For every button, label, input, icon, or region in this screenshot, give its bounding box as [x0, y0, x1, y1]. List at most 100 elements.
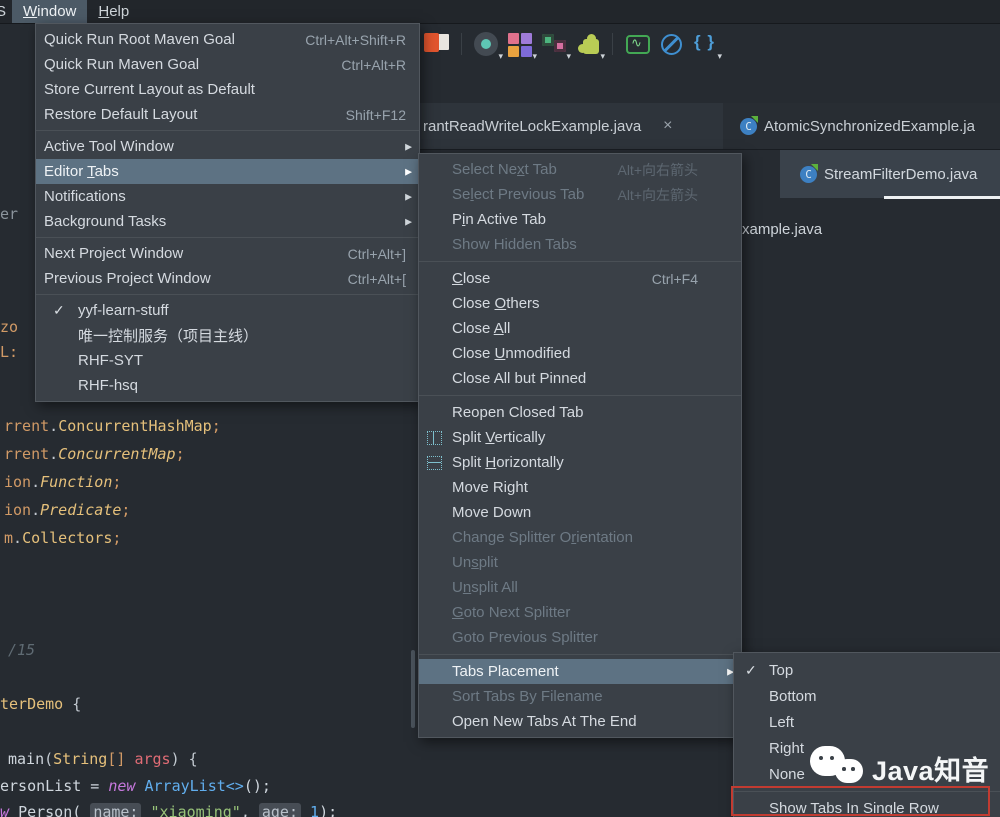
- tab-streamfilterdemo[interactable]: StreamFilterDemo.java: [780, 150, 1000, 198]
- menu-item-label: Editor Tabs: [44, 163, 119, 180]
- menu-item-label: Close: [452, 270, 490, 287]
- menu-item-label: Left: [769, 714, 794, 731]
- code-braces-icon[interactable]: ▾: [692, 31, 718, 57]
- submenu-item-open-new-tabs-at-the-end[interactable]: Open New Tabs At The End: [419, 709, 741, 734]
- submenu-item-tabs-placement[interactable]: Tabs Placement▶: [419, 659, 741, 684]
- code-line: er: [0, 205, 18, 223]
- menu-item-label: Select Next Tab: [452, 161, 557, 178]
- menu-item-label: Bottom: [769, 688, 817, 705]
- menubar-item-window[interactable]: Window: [12, 0, 87, 23]
- menu-item-label: Move Down: [452, 504, 531, 521]
- submenu-item-close[interactable]: Close Ctrl+F4: [419, 266, 741, 291]
- menu-item-quick-run-root-maven-goal[interactable]: Quick Run Root Maven GoalCtrl+Alt+Shift+…: [36, 27, 419, 52]
- menu-item-label: Background Tasks: [44, 213, 166, 230]
- monitor-icon[interactable]: [624, 31, 650, 57]
- submenu-item-pin-active-tab[interactable]: Pin Active Tab: [419, 207, 741, 232]
- editor-tabs-submenu-popup: Select Next TabAlt+向右箭头Select Previous T…: [418, 153, 742, 738]
- submenu-item-close-unmodified[interactable]: Close Unmodified: [419, 341, 741, 366]
- menu-item-label: Close Unmodified: [452, 345, 570, 362]
- tab-reentrantreadwritelockexample[interactable]: rantReadWriteLockExample.java ×: [418, 103, 723, 149]
- color-blocks-icon[interactable]: ▾: [507, 31, 533, 57]
- menu-separator: [419, 391, 741, 400]
- code-line: ersonList = new ArrayList<>();: [0, 777, 271, 795]
- menu-item-editor-tabs[interactable]: Editor Tabs▶: [36, 159, 419, 184]
- submenu-item-split-horizontally[interactable]: Split Horizontally: [419, 450, 741, 475]
- database-blocks-icon[interactable]: ▾: [541, 31, 567, 57]
- placement-item-top[interactable]: ✓Top: [734, 657, 1000, 683]
- submenu-item-goto-previous-splitter: Goto Previous Splitter: [419, 625, 741, 650]
- submenu-item-reopen-closed-tab[interactable]: Reopen Closed Tab: [419, 400, 741, 425]
- menu-item-label: Move Right: [452, 479, 528, 496]
- menu-item-label: Restore Default Layout: [44, 106, 197, 123]
- menu-item-notifications[interactable]: Notifications▶: [36, 184, 419, 209]
- menu-item-label: Unsplit: [452, 554, 498, 571]
- submenu-item-change-splitter-orientation: Change Splitter Orientation: [419, 525, 741, 550]
- menu-item-restore-default-layout[interactable]: Restore Default Layout Shift+F12: [36, 102, 419, 127]
- tab-atomicsynchronizedexample[interactable]: AtomicSynchronizedExample.ja: [740, 103, 1000, 149]
- menu-item-shortcut: Shift+F12: [346, 107, 419, 123]
- maven-doc-icon[interactable]: [424, 31, 450, 57]
- menu-item-shortcut: Ctrl+Alt+R: [341, 57, 419, 73]
- menu-item-label: Top: [769, 662, 793, 679]
- dropdown-arrow-icon: ▾: [566, 51, 571, 62]
- submenu-item-close-all-but-pinned[interactable]: Close All but Pinned: [419, 366, 741, 391]
- code-line: ion.Predicate;: [4, 501, 130, 519]
- submenu-item-move-right[interactable]: Move Right: [419, 475, 741, 500]
- menu-item-label: Close All but Pinned: [452, 370, 586, 387]
- record-run-icon[interactable]: ▾: [473, 31, 499, 57]
- menu-item-label: 唯一控制服务（项目主线）: [78, 325, 258, 346]
- watermark-text: Java知音: [872, 749, 989, 788]
- menu-item-label: Open New Tabs At The End: [452, 713, 637, 730]
- menu-item-label: Quick Run Root Maven Goal: [44, 31, 235, 48]
- menu-item-next-project-window[interactable]: Next Project WindowCtrl+Alt+]: [36, 241, 419, 266]
- menu-item-rhf-hsq[interactable]: RHF-hsq: [36, 373, 419, 398]
- menu-item-label: Goto Previous Splitter: [452, 629, 598, 646]
- prohibit-icon[interactable]: [658, 31, 684, 57]
- wechat-logo-icon: [810, 744, 864, 792]
- code-line: L:: [0, 343, 18, 361]
- editor-scrollbar[interactable]: [411, 650, 415, 728]
- menu-item-label: Right: [769, 740, 804, 757]
- code-line: m.Collectors;: [4, 529, 121, 547]
- menu-item-label: None: [769, 766, 805, 783]
- menu-separator: [419, 650, 741, 659]
- menu-item-store-current-layout-as-default[interactable]: Store Current Layout as Default: [36, 77, 419, 102]
- puzzle-plugin-icon[interactable]: ▾: [575, 31, 601, 57]
- placement-item-left[interactable]: Left: [734, 709, 1000, 735]
- code-line: ion.Function;: [4, 473, 121, 491]
- toolbar-separator: [461, 33, 462, 55]
- code-line: rrent.ConcurrentHashMap;: [4, 417, 221, 435]
- menu-item-background-tasks[interactable]: Background Tasks▶: [36, 209, 419, 234]
- submenu-item-move-down[interactable]: Move Down: [419, 500, 741, 525]
- menu-item-shortcut: Alt+向左箭头: [617, 185, 741, 205]
- menubar-edge-fragment: S: [0, 3, 12, 20]
- menu-item-quick-run-maven-goal[interactable]: Quick Run Maven GoalCtrl+Alt+R: [36, 52, 419, 77]
- menu-item-shortcut: Ctrl+F4: [652, 271, 741, 287]
- menu-separator: [36, 291, 419, 298]
- menu-item-label: Reopen Closed Tab: [452, 404, 583, 421]
- menu-item-rhf-syt[interactable]: RHF-SYT: [36, 348, 419, 373]
- submenu-item-close-all[interactable]: Close All: [419, 316, 741, 341]
- menu-item-shortcut: Ctrl+Alt+]: [348, 246, 419, 262]
- menu-item-label: RHF-SYT: [78, 352, 143, 369]
- dropdown-arrow-icon: ▾: [717, 51, 722, 62]
- submenu-item-split-vertically[interactable]: Split Vertically: [419, 425, 741, 450]
- close-tab-icon[interactable]: ×: [663, 117, 672, 135]
- menubar-item-help[interactable]: Help: [87, 0, 140, 23]
- menu-item-label: Tabs Placement: [452, 663, 559, 680]
- menu-item-label: Active Tool Window: [44, 138, 174, 155]
- dropdown-arrow-icon: ▾: [532, 51, 537, 62]
- menu-separator: [36, 127, 419, 134]
- menu-item-唯一控制服务-项目主线[interactable]: 唯一控制服务（项目主线）: [36, 323, 419, 348]
- split-vertically-icon: [427, 431, 442, 445]
- menu-item-label: Store Current Layout as Default: [44, 81, 255, 98]
- menu-item-active-tool-window[interactable]: Active Tool Window▶: [36, 134, 419, 159]
- menu-item-previous-project-window[interactable]: Previous Project WindowCtrl+Alt+[: [36, 266, 419, 291]
- editor-tab-bar: rantReadWriteLockExample.java × AtomicSy…: [418, 103, 1000, 150]
- code-line: zo: [0, 318, 18, 336]
- menu-item-yyf-learn-stuff[interactable]: ✓yyf-learn-stuff: [36, 298, 419, 323]
- menu-item-label: RHF-hsq: [78, 377, 138, 394]
- code-line: w Person( name: "xiaoming", age: 1);: [0, 803, 337, 817]
- placement-item-bottom[interactable]: Bottom: [734, 683, 1000, 709]
- submenu-item-close-others[interactable]: Close Others: [419, 291, 741, 316]
